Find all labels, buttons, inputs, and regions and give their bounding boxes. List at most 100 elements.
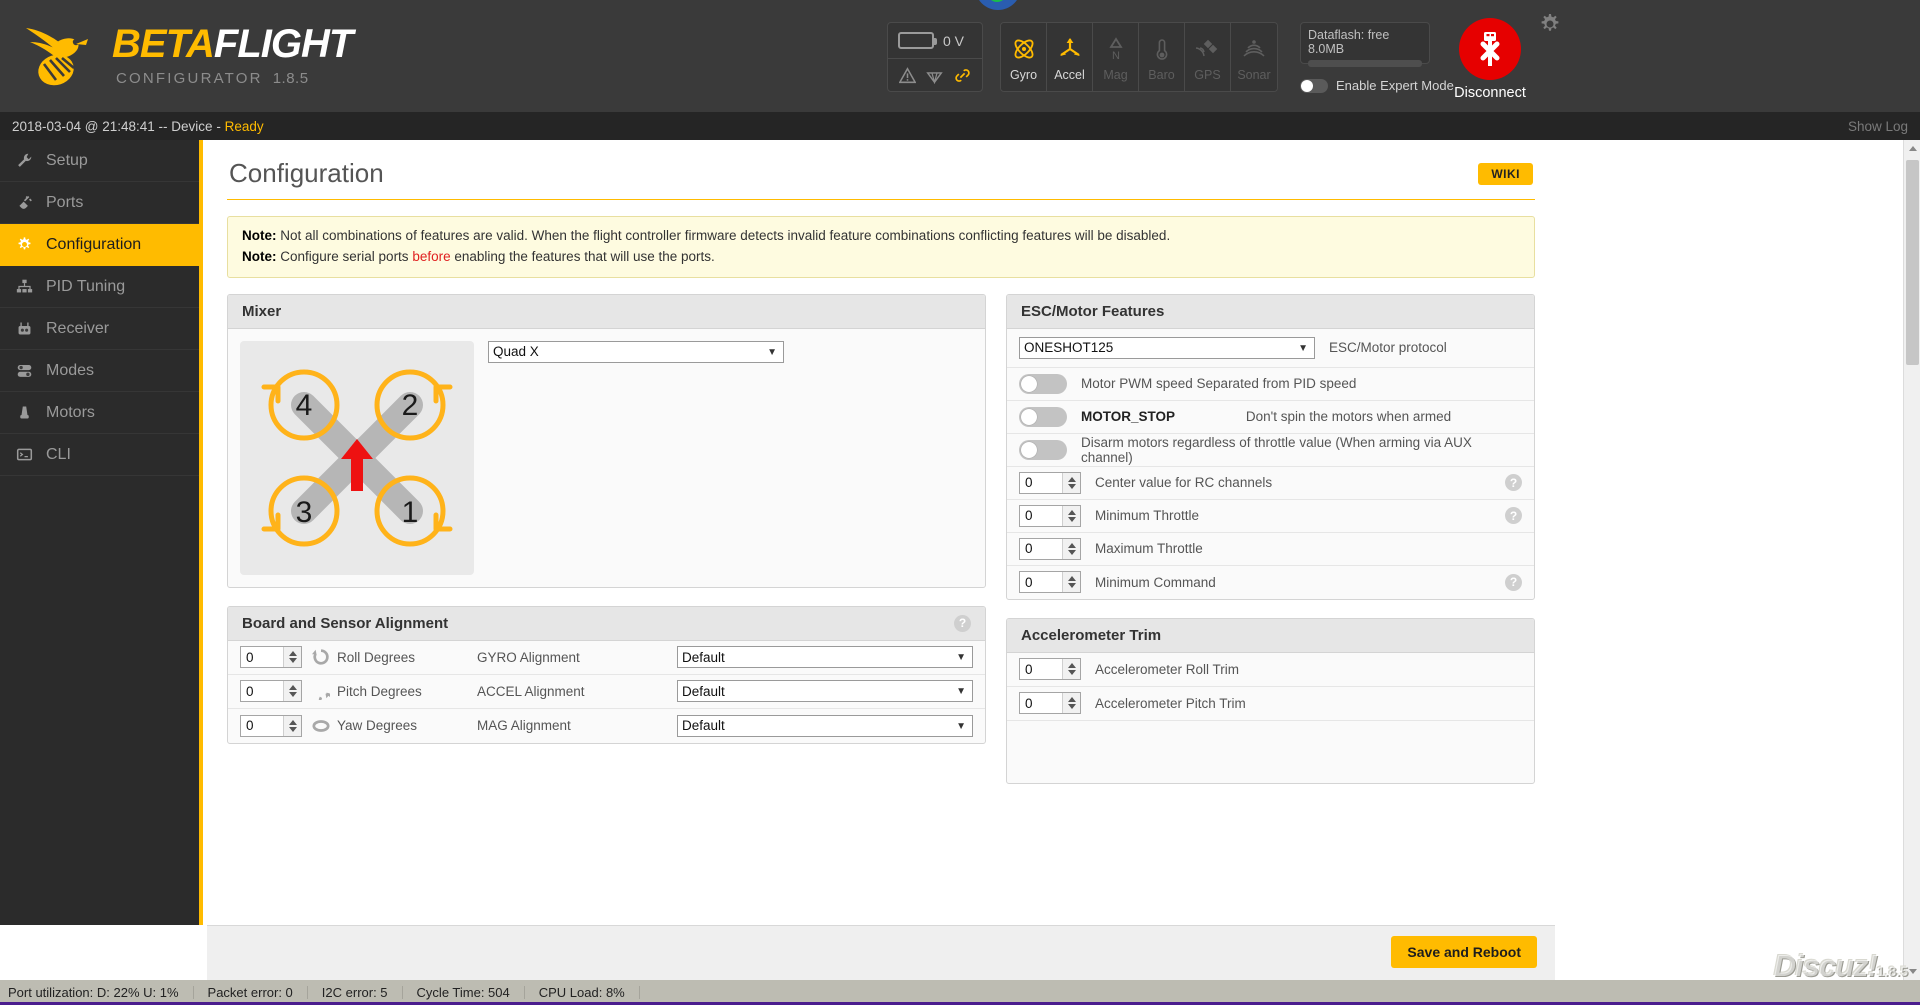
yaw-degrees-label: Yaw Degrees xyxy=(337,718,418,734)
accel-pitch-trim-spinner[interactable] xyxy=(1062,693,1080,714)
accel-alignment-select-wrap[interactable]: Default ▼ xyxy=(677,680,973,703)
min-throttle-input[interactable] xyxy=(1020,505,1062,526)
wiki-button[interactable]: WIKI xyxy=(1478,163,1533,185)
yaw-degrees-input[interactable] xyxy=(241,715,283,736)
compass-icon: N xyxy=(1103,32,1129,66)
sidebar-item-motors[interactable]: Motors xyxy=(0,392,199,434)
min-command-stepper[interactable] xyxy=(1019,571,1081,594)
help-icon[interactable]: ? xyxy=(954,614,971,632)
gyro-alignment-select-wrap[interactable]: Default ▼ xyxy=(677,646,973,669)
help-icon[interactable]: ? xyxy=(1505,474,1522,492)
min-throttle-stepper[interactable] xyxy=(1019,504,1081,527)
mixer-panel: Mixer 4 2 3 1 Quad X ▼ xyxy=(227,293,986,588)
max-throttle-input[interactable] xyxy=(1020,538,1062,559)
sidebar-item-pid-tuning-label: PID Tuning xyxy=(46,277,126,295)
disconnect-button[interactable]: Disconnect xyxy=(1452,18,1528,101)
dataflash-bar xyxy=(1308,60,1422,67)
roll-degrees-spinner[interactable] xyxy=(283,647,301,668)
motor-stop-toggle[interactable] xyxy=(1019,406,1067,427)
scrollbar-thumb[interactable] xyxy=(1906,160,1919,365)
sidebar-item-modes[interactable]: Modes xyxy=(0,350,199,392)
esc-protocol-label: ESC/Motor protocol xyxy=(1329,340,1447,356)
page-scrollbar[interactable] xyxy=(1903,140,1920,980)
usb-disconnect-icon xyxy=(1480,32,1500,66)
sensor-baro-label: Baro xyxy=(1148,68,1175,82)
sidebar-item-cli[interactable]: CLI xyxy=(0,434,199,476)
scroll-up-arrow[interactable] xyxy=(1904,140,1920,157)
mixer-type-select-wrap[interactable]: Quad X ▼ xyxy=(488,340,784,363)
mag-alignment-label: MAG Alignment xyxy=(477,718,571,734)
esc-protocol-select[interactable]: ONESHOT125 xyxy=(1019,336,1315,359)
content-footer: Save and Reboot xyxy=(207,925,1555,980)
help-icon[interactable]: ? xyxy=(1505,507,1522,525)
accel-alignment-select[interactable]: Default xyxy=(677,680,973,703)
warning-icon xyxy=(899,66,917,83)
scroll-down-arrow[interactable] xyxy=(1904,963,1920,980)
gyro-alignment-label: GYRO Alignment xyxy=(477,649,580,665)
right-column: ESC/Motor Features ONESHOT125 ▼ ESC/Moto… xyxy=(1006,293,1535,802)
settings-gear-button[interactable] xyxy=(1538,12,1562,41)
mag-alignment-select[interactable]: Default xyxy=(677,714,973,737)
accel-pitch-trim-input[interactable] xyxy=(1020,693,1062,714)
mixer-diagram: 4 2 3 1 xyxy=(240,340,474,575)
left-column: Mixer 4 2 3 1 Quad X ▼ Board and Sensor … xyxy=(227,293,986,802)
sidebar-item-ports[interactable]: Ports xyxy=(0,182,199,224)
sidebar-item-setup[interactable]: Setup xyxy=(0,140,199,182)
disarm-motors-toggle[interactable] xyxy=(1019,439,1067,460)
sensor-gps-label: GPS xyxy=(1194,68,1221,82)
max-throttle-spinner[interactable] xyxy=(1062,538,1080,559)
accel-pitch-trim-stepper[interactable] xyxy=(1019,692,1081,715)
pitch-degrees-input[interactable] xyxy=(241,681,283,702)
esc-protocol-select-wrap[interactable]: ONESHOT125 ▼ xyxy=(1019,336,1315,359)
sidebar-item-receiver[interactable]: Receiver xyxy=(0,308,199,350)
main-content: Configuration WIKI Note: Not all combina… xyxy=(207,140,1555,925)
roll-degrees-stepper[interactable] xyxy=(240,646,302,669)
i2c-error-cell: I2C error: 5 xyxy=(308,986,403,999)
min-command-input[interactable] xyxy=(1020,572,1062,593)
min-command-spinner[interactable] xyxy=(1062,572,1080,593)
mag-alignment-select-wrap[interactable]: Default ▼ xyxy=(677,714,973,737)
page-title: Configuration xyxy=(229,158,384,188)
yaw-degrees-spinner[interactable] xyxy=(283,715,301,736)
brand-flight: FLIGHT xyxy=(213,21,353,66)
sidebar-item-configuration-label: Configuration xyxy=(46,235,142,253)
accel-roll-trim-stepper[interactable] xyxy=(1019,658,1081,681)
expert-mode-toggle[interactable]: Enable Expert Mode xyxy=(1300,78,1454,93)
sidebar-item-pid-tuning[interactable]: PID Tuning xyxy=(0,266,199,308)
accel-roll-trim-spinner[interactable] xyxy=(1062,659,1080,680)
motor-pwm-separate-toggle[interactable] xyxy=(1019,373,1067,394)
accel-trim-spacer xyxy=(1007,721,1534,783)
yaw-degrees-stepper[interactable] xyxy=(240,714,302,737)
sidebar-item-configuration[interactable]: Configuration xyxy=(0,224,199,266)
dataflash-label: Dataflash: free 8.0MB xyxy=(1308,28,1390,56)
battery-voltage: 0 V xyxy=(943,32,965,49)
sensor-accel-label: Accel xyxy=(1054,68,1085,82)
pitch-icon xyxy=(312,682,335,709)
pitch-degrees-spinner[interactable] xyxy=(283,681,301,702)
show-log-button[interactable]: Show Log xyxy=(1848,119,1908,134)
pitch-degrees-stepper[interactable] xyxy=(240,680,302,703)
device-state: Ready xyxy=(224,118,264,134)
brand-logo: BETAFLIGHT CONFIGURATOR 1.8.5 xyxy=(22,14,353,92)
accel-roll-trim-input[interactable] xyxy=(1020,659,1062,680)
disconnect-circle xyxy=(1459,18,1521,80)
min-throttle-spinner[interactable] xyxy=(1062,505,1080,526)
gyro-icon xyxy=(1011,32,1037,66)
pitch-degrees-label: Pitch Degrees xyxy=(337,683,422,699)
sidebar-navigation: Setup Ports Configuration PID Tuning Rec… xyxy=(0,140,203,925)
svg-text:4: 4 xyxy=(296,389,313,422)
title-divider xyxy=(227,199,1535,200)
help-icon[interactable]: ? xyxy=(1505,573,1522,591)
max-throttle-label: Maximum Throttle xyxy=(1095,541,1203,557)
roll-degrees-input[interactable] xyxy=(241,647,283,668)
rc-center-stepper[interactable] xyxy=(1019,471,1081,494)
mixer-type-select[interactable]: Quad X xyxy=(488,340,784,363)
rc-center-input[interactable] xyxy=(1020,472,1062,493)
min-command-label: Minimum Command xyxy=(1095,574,1216,590)
brand-beta: BETA xyxy=(112,21,215,66)
max-throttle-stepper[interactable] xyxy=(1019,537,1081,560)
expert-mode-switch[interactable] xyxy=(1300,78,1328,93)
gyro-alignment-select[interactable]: Default xyxy=(677,646,973,669)
save-and-reboot-button[interactable]: Save and Reboot xyxy=(1391,936,1537,968)
rc-center-spinner[interactable] xyxy=(1062,472,1080,493)
